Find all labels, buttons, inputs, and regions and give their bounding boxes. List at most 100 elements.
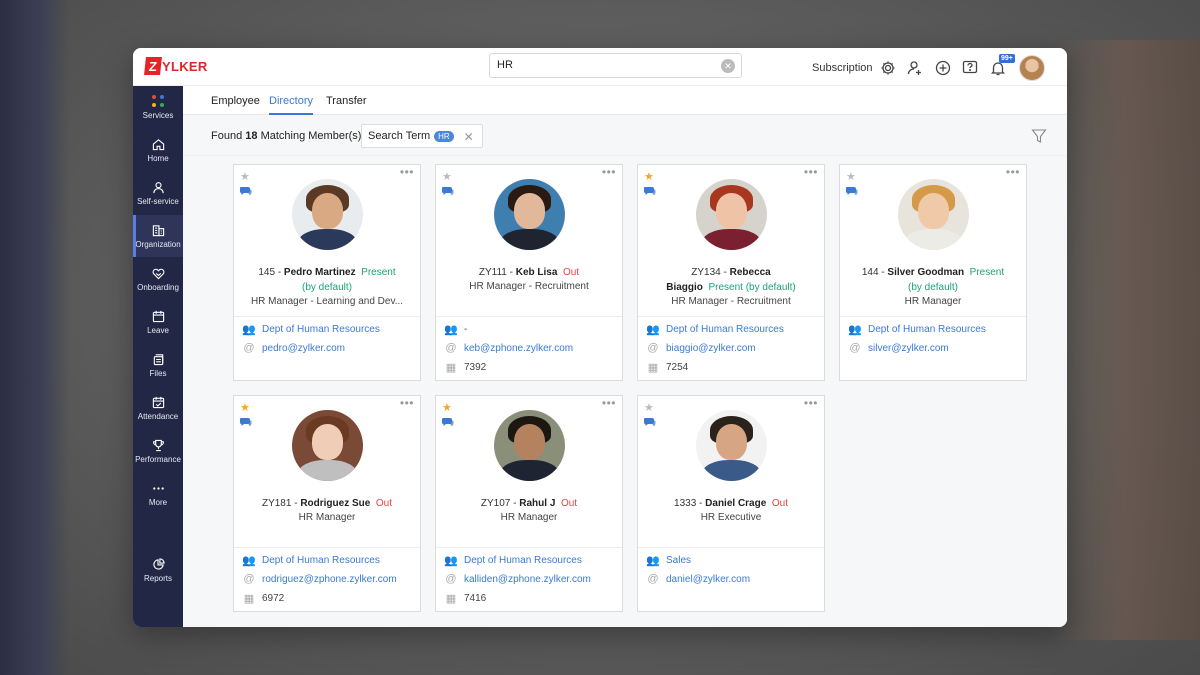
employee-photo[interactable] xyxy=(494,179,565,250)
card-divider xyxy=(234,316,420,317)
employee-card[interactable]: ★ ••• 1333 - Daniel Crage Out HR Executi… xyxy=(637,395,825,612)
employee-photo[interactable] xyxy=(696,410,767,481)
chat-bubble-icon[interactable] xyxy=(442,417,454,427)
filter-funnel-icon[interactable] xyxy=(1031,128,1047,144)
employee-name[interactable]: Rebecca xyxy=(730,267,771,278)
favorite-star-icon[interactable]: ★ xyxy=(240,401,250,414)
favorite-star-icon[interactable]: ★ xyxy=(442,170,452,183)
department-link[interactable]: Dept of Human Resources xyxy=(666,324,784,335)
home-icon xyxy=(152,138,164,150)
department-link[interactable]: Dept of Human Resources xyxy=(868,324,986,335)
search-box[interactable]: ✕ xyxy=(489,53,742,78)
employee-card[interactable]: ★ ••• ZY134 - Rebecca Biaggio Present (by… xyxy=(637,164,825,381)
employee-photo[interactable] xyxy=(898,179,969,250)
sidebar-item-organization[interactable]: Organization xyxy=(133,215,183,257)
sidebar-item-reports[interactable]: Reports xyxy=(133,549,183,591)
employee-name[interactable]: Rodriguez Sue xyxy=(300,498,370,509)
department-link[interactable]: Dept of Human Resources xyxy=(262,324,380,335)
employee-name[interactable]: Daniel Crage xyxy=(705,498,766,509)
sidebar-label: Services xyxy=(142,110,174,120)
subscription-link[interactable]: Subscription xyxy=(812,62,873,74)
employee-card[interactable]: ★ ••• ZY107 - Rahul J Out HR Manager 👥 D… xyxy=(435,395,623,612)
email-link[interactable]: kalliden@zphone.zylker.com xyxy=(464,574,591,585)
zylker-logo[interactable]: Z YLKER xyxy=(144,57,208,75)
more-options-icon[interactable]: ••• xyxy=(400,165,414,179)
chat-bubble-icon[interactable] xyxy=(240,417,252,427)
email-link[interactable]: silver@zylker.com xyxy=(868,343,949,354)
help-icon[interactable] xyxy=(961,59,979,77)
sidebar-item-onboarding[interactable]: Onboarding xyxy=(133,258,183,300)
employee-card[interactable]: ★ ••• ZY111 - Keb Lisa Out HR Manager - … xyxy=(435,164,623,381)
remove-chip-icon[interactable]: ✕ xyxy=(464,130,474,144)
sidebar-item-leave[interactable]: Leave xyxy=(133,301,183,343)
more-options-icon[interactable]: ••• xyxy=(602,396,616,410)
employee-card[interactable]: ★ ••• ZY181 - Rodriguez Sue Out HR Manag… xyxy=(233,395,421,612)
department-link[interactable]: Dept of Human Resources xyxy=(262,555,380,566)
email-link[interactable]: pedro@zylker.com xyxy=(262,343,345,354)
sidebar-item-home[interactable]: Home xyxy=(133,129,183,171)
more-options-icon[interactable]: ••• xyxy=(804,165,818,179)
chat-bubble-icon[interactable] xyxy=(644,186,656,196)
status-text: Present xyxy=(969,267,1005,278)
employee-name[interactable]: Silver Goodman xyxy=(887,267,964,278)
employee-card[interactable]: ★ ••• 144 - Silver Goodman Present (by de… xyxy=(839,164,1027,381)
search-term-chip[interactable]: Search Term HR ✕ xyxy=(361,124,483,148)
settings-gear-icon[interactable] xyxy=(879,59,897,77)
tab-employee[interactable]: Employee xyxy=(211,95,260,107)
sidebar-item-files[interactable]: Files xyxy=(133,344,183,386)
employee-role: HR Executive xyxy=(700,512,762,523)
department-row: 👥 Dept of Human Resources xyxy=(444,554,582,567)
favorite-star-icon[interactable]: ★ xyxy=(240,170,250,183)
employee-photo[interactable] xyxy=(292,179,363,250)
more-options-icon[interactable]: ••• xyxy=(804,396,818,410)
department-link[interactable]: Dept of Human Resources xyxy=(464,555,582,566)
email-link[interactable]: biaggio@zylker.com xyxy=(666,343,756,354)
top-bar: Z YLKER ✕ Subscription 99+ xyxy=(133,48,1067,86)
employee-name[interactable]: Rahul J xyxy=(519,498,555,509)
employee-name[interactable]: Keb Lisa xyxy=(516,267,558,278)
employee-card[interactable]: ★ ••• 145 - Pedro Martinez Present (by de… xyxy=(233,164,421,381)
handshake-heart-icon xyxy=(152,268,164,279)
favorite-star-icon[interactable]: ★ xyxy=(442,401,452,414)
employee-photo[interactable] xyxy=(494,410,565,481)
employee-name[interactable]: Pedro Martinez xyxy=(284,267,356,278)
more-options-icon[interactable]: ••• xyxy=(400,396,414,410)
extension-number: 7392 xyxy=(464,362,487,373)
sidebar-item-self-service[interactable]: Self-service xyxy=(133,172,183,214)
tab-transfer[interactable]: Transfer xyxy=(326,95,367,107)
user-add-icon[interactable] xyxy=(906,59,924,77)
sidebar: Services Home Self-service Organization … xyxy=(133,86,183,627)
chat-bubble-icon[interactable] xyxy=(846,186,858,196)
favorite-star-icon[interactable]: ★ xyxy=(846,170,856,183)
user-avatar[interactable] xyxy=(1019,55,1045,81)
department-link[interactable]: Sales xyxy=(666,555,691,566)
clear-search-icon[interactable]: ✕ xyxy=(721,59,735,73)
employee-name-line2[interactable]: Biaggio xyxy=(666,282,703,293)
email-link[interactable]: keb@zphone.zylker.com xyxy=(464,343,573,354)
email-link[interactable]: daniel@zylker.com xyxy=(666,574,750,585)
favorite-star-icon[interactable]: ★ xyxy=(644,170,654,183)
employee-role: HR Manager - Recruitment xyxy=(469,281,589,292)
tab-directory[interactable]: Directory xyxy=(269,95,313,107)
employee-name-line: ZY107 - Rahul J Out xyxy=(480,498,578,509)
more-options-icon[interactable]: ••• xyxy=(602,165,616,179)
chip-tag: HR xyxy=(434,130,454,142)
chat-bubble-icon[interactable] xyxy=(644,417,656,427)
sidebar-item-more[interactable]: More xyxy=(133,473,183,515)
favorite-star-icon[interactable]: ★ xyxy=(644,401,654,414)
email-link[interactable]: rodriguez@zphone.zylker.com xyxy=(262,574,397,585)
employee-photo[interactable] xyxy=(292,410,363,481)
logo-mark: Z xyxy=(144,57,162,75)
sidebar-item-attendance[interactable]: Attendance xyxy=(133,387,183,429)
chat-bubble-icon[interactable] xyxy=(442,186,454,196)
employee-photo[interactable] xyxy=(696,179,767,250)
search-input[interactable] xyxy=(497,59,707,71)
at-sign-icon: @ xyxy=(445,573,457,585)
more-options-icon[interactable]: ••• xyxy=(1006,165,1020,179)
sidebar-item-services[interactable]: Services xyxy=(133,86,183,128)
sidebar-item-performance[interactable]: Performance xyxy=(133,430,183,472)
email-row: @ daniel@zylker.com xyxy=(646,573,750,585)
chat-bubble-icon[interactable] xyxy=(240,186,252,196)
notification-count-badge: 99+ xyxy=(999,54,1015,63)
add-circle-icon[interactable] xyxy=(934,59,952,77)
